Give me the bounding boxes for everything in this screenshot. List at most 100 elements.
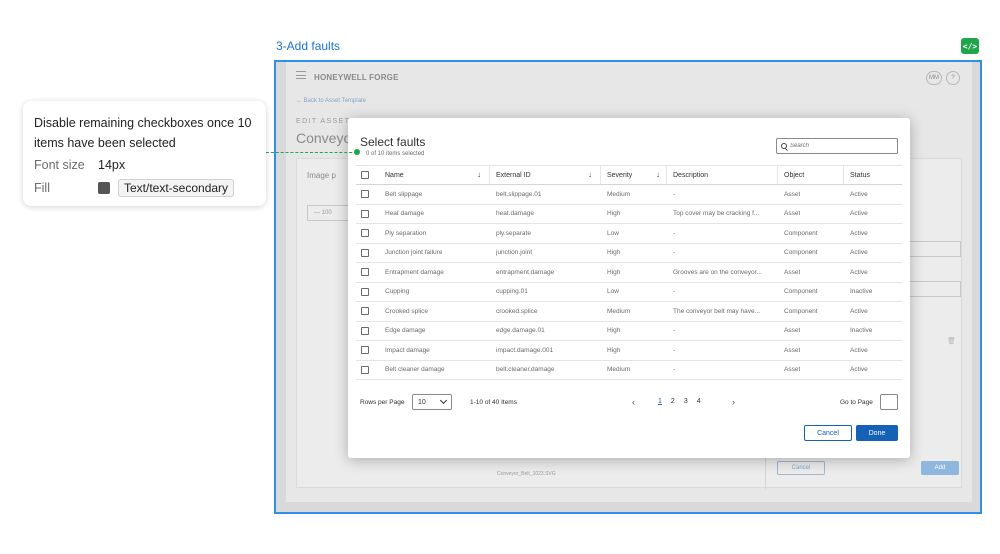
- cell-severity: High: [600, 322, 666, 341]
- trash-icon[interactable]: 🗑: [947, 337, 956, 345]
- row-checkbox[interactable]: [361, 268, 369, 277]
- help-icon[interactable]: ?: [946, 71, 960, 85]
- cell-status: Active: [843, 341, 902, 360]
- avatar[interactable]: MM: [926, 71, 942, 85]
- annotation-connector: [266, 152, 357, 153]
- column-header-external-id[interactable]: External ID ↓: [489, 166, 600, 184]
- row-checkbox-cell: [356, 322, 378, 341]
- add-button[interactable]: Add: [921, 461, 959, 475]
- row-checkbox[interactable]: [361, 326, 369, 335]
- column-label: Severity: [607, 171, 633, 179]
- cell-text: High: [607, 327, 621, 335]
- row-checkbox[interactable]: [361, 365, 369, 374]
- cell-description: Top cover may be cracking f...: [666, 205, 777, 224]
- cell-text: Component: [784, 288, 818, 296]
- row-checkbox[interactable]: [361, 307, 369, 316]
- previous-page-icon[interactable]: ‹: [632, 397, 635, 407]
- table-row[interactable]: Edge damage edge.damage.01 High - Asset Inact…: [356, 322, 902, 341]
- page-number[interactable]: 2: [671, 398, 675, 405]
- row-checkbox[interactable]: [361, 229, 369, 238]
- cell-status: Active: [843, 205, 902, 224]
- rows-per-page-select[interactable]: 10: [412, 394, 452, 410]
- row-checkbox[interactable]: [361, 209, 369, 218]
- row-checkbox[interactable]: [361, 248, 369, 257]
- table-row[interactable]: Cupping cupping.01 Low - Component Inactive: [356, 283, 902, 302]
- select-all-checkbox[interactable]: [361, 171, 369, 179]
- cell-status: Inactive: [843, 322, 902, 341]
- table-row[interactable]: Belt cleaner damage belt.cleaner.damage Me…: [356, 361, 902, 380]
- cell-object: Asset: [777, 263, 843, 282]
- row-checkbox-cell: [356, 341, 378, 360]
- search-box[interactable]: [776, 138, 898, 154]
- go-to-page-input[interactable]: [880, 394, 898, 410]
- cell-text: Low: [607, 288, 619, 296]
- cell-description: -: [666, 341, 777, 360]
- search-input[interactable]: [790, 143, 890, 149]
- cell-text: Component: [784, 229, 818, 237]
- cell-severity: High: [600, 244, 666, 263]
- cell-text: Belt slippage: [385, 190, 423, 198]
- page-number[interactable]: 4: [697, 398, 701, 405]
- cell-text: Asset: [784, 327, 801, 335]
- row-checkbox-cell: [356, 283, 378, 302]
- cell-text: entrapment.damage: [496, 268, 555, 276]
- cell-text: heat.damage: [496, 210, 534, 218]
- dev-mode-icon[interactable]: </>: [961, 38, 979, 54]
- sort-arrow-icon[interactable]: ↓: [656, 171, 660, 179]
- header-checkbox-cell: [356, 166, 378, 184]
- table-row[interactable]: Junction joint failure junction.joint High…: [356, 244, 902, 263]
- cell-description: -: [666, 361, 777, 380]
- table-row[interactable]: Ply separation ply.separate Low - Component A…: [356, 224, 902, 244]
- cell-text: Asset: [784, 346, 801, 354]
- cell-description: -: [666, 322, 777, 341]
- page-number[interactable]: 3: [684, 398, 688, 405]
- table-row[interactable]: Heat damage heat.damage High Top cover may …: [356, 205, 902, 224]
- table-row[interactable]: Impact damage impact.damage.001 High - Asset…: [356, 341, 902, 361]
- app-logo: HONEYWELL FORGE: [314, 73, 399, 82]
- fill-label: Fill: [34, 181, 50, 195]
- done-button[interactable]: Done: [856, 425, 898, 441]
- cell-text: Component: [784, 307, 818, 315]
- column-header-severity[interactable]: Severity ↓: [600, 166, 666, 184]
- table-row[interactable]: Belt slippage belt.slippage.01 Medium - Asse…: [356, 185, 902, 205]
- background-field[interactable]: [907, 241, 961, 257]
- cell-text: Heat damage: [385, 210, 425, 218]
- cell-external-id: ply.separate: [489, 224, 600, 243]
- cell-text: -: [673, 366, 676, 374]
- table-row[interactable]: Crooked splice crooked.splice Medium The co…: [356, 302, 902, 322]
- cell-external-id: entrapment.damage: [489, 263, 600, 282]
- next-page-icon[interactable]: ›: [732, 397, 735, 407]
- cell-text: Active: [850, 366, 868, 374]
- cell-severity: High: [600, 263, 666, 282]
- cell-status: Active: [843, 224, 902, 243]
- row-checkbox[interactable]: [361, 346, 369, 355]
- row-checkbox[interactable]: [361, 190, 369, 199]
- page-numbers: 1 2 3 4: [658, 398, 701, 405]
- column-header-description: Description: [666, 166, 777, 184]
- cell-severity: Medium: [600, 361, 666, 380]
- column-label: Description: [673, 171, 709, 179]
- file-name: Conveyor_Belt_1023.SVG: [497, 471, 556, 477]
- background-cancel-button[interactable]: Cancel: [777, 461, 825, 475]
- fill-token: Text/text-secondary: [118, 179, 235, 197]
- column-label: Object: [784, 171, 805, 179]
- cell-text: Crooked splice: [385, 307, 428, 315]
- page-number[interactable]: 1: [658, 398, 662, 405]
- sort-arrow-icon[interactable]: ↓: [588, 171, 592, 179]
- rows-per-page-value: 10: [418, 398, 426, 406]
- table-row[interactable]: Entrapment damage entrapment.damage High Gr…: [356, 263, 902, 283]
- hamburger-menu-icon[interactable]: [296, 71, 306, 79]
- app-header: HONEYWELL FORGE MM ?: [286, 62, 972, 92]
- cell-text: Entrapment damage: [385, 268, 444, 276]
- back-link[interactable]: ← Back to Asset Template: [296, 98, 366, 104]
- cell-text: Cupping: [385, 288, 410, 296]
- cancel-button[interactable]: Cancel: [804, 425, 852, 441]
- background-field[interactable]: [907, 281, 961, 297]
- cell-text: Grooves are on the conveyor...: [673, 268, 762, 276]
- sort-arrow-icon[interactable]: ↓: [477, 171, 481, 179]
- cell-text: Asset: [784, 268, 801, 276]
- row-checkbox[interactable]: [361, 287, 369, 296]
- modal-title: Select faults: [360, 135, 426, 149]
- cell-description: -: [666, 185, 777, 204]
- column-header-name[interactable]: Name ↓: [378, 166, 489, 184]
